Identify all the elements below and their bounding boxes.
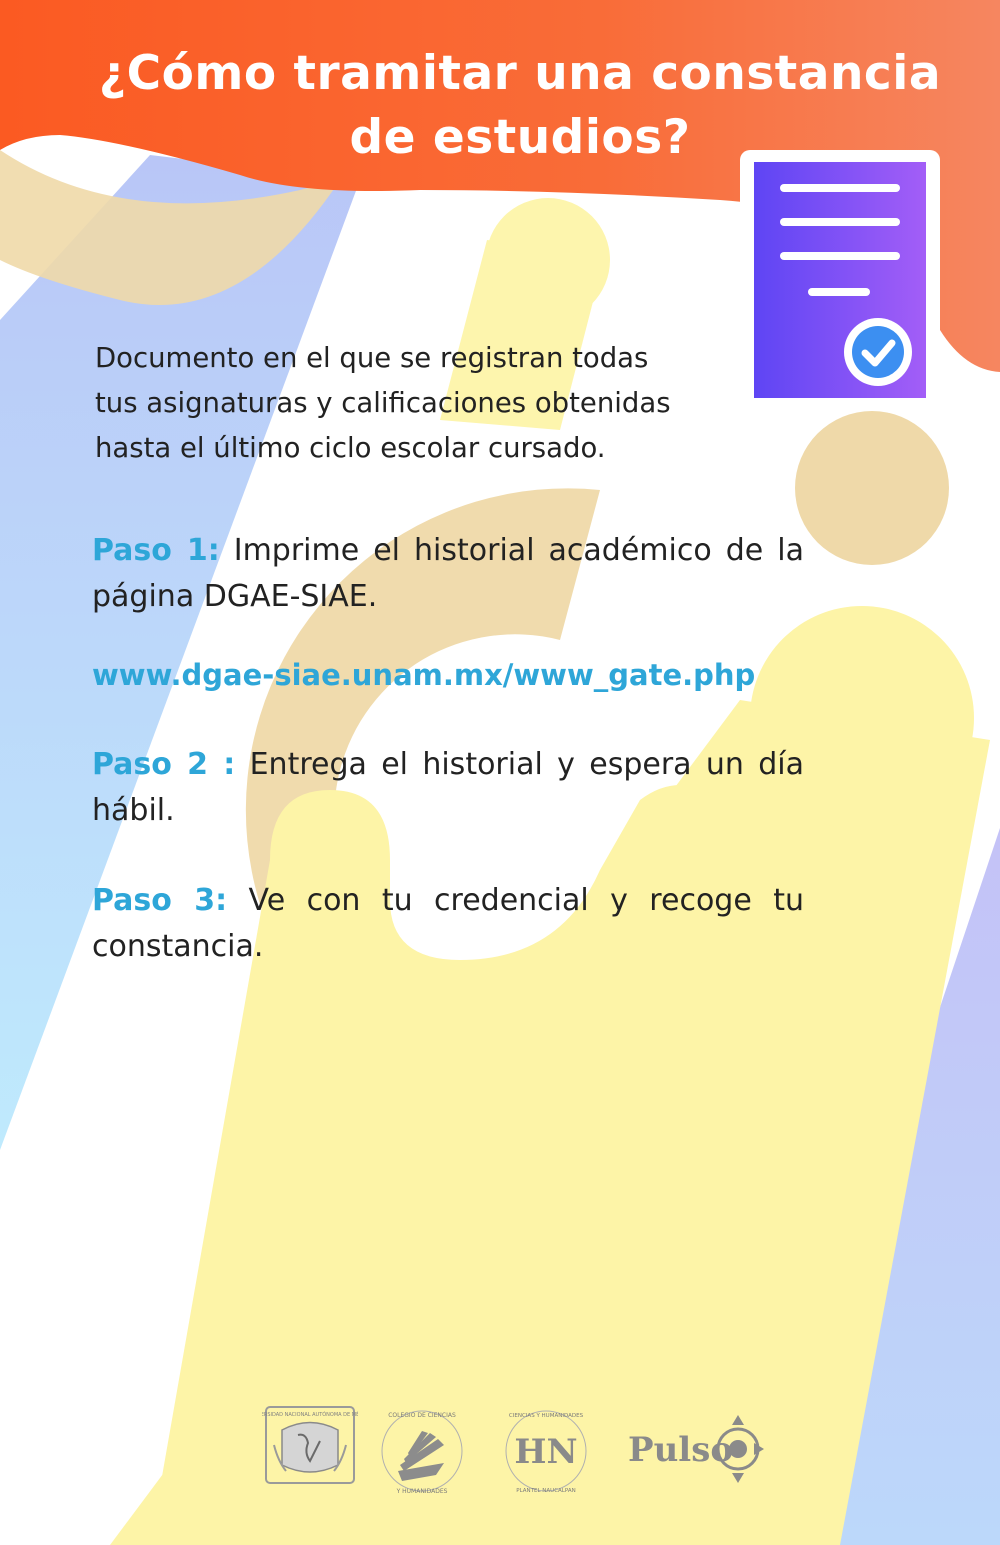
document-check-icon — [740, 150, 940, 406]
unam-seal-text: UNIVERSIDAD NACIONAL AUTÓNOMA DE MÉXICO — [262, 1410, 358, 1418]
pulso-logo: Pulso — [628, 1415, 764, 1483]
intro-line-3: hasta el último ciclo escolar cursado. — [95, 432, 606, 464]
step-1-label: Paso 1: — [92, 533, 220, 568]
step-2: Paso 2 : Entrega el historial y espera u… — [92, 742, 804, 834]
intro-paragraph: Documento en el que se registran todas t… — [95, 336, 745, 471]
svg-text:CIENCIAS Y HUMANIDADES: CIENCIAS Y HUMANIDADES — [509, 1413, 584, 1419]
cch-naucalpan-logo: HN CIENCIAS Y HUMANIDADES PLANTEL NAUCAL… — [505, 1410, 587, 1494]
intro-line-2: tus asignaturas y calificaciones obtenid… — [95, 387, 671, 419]
step-3-label: Paso 3: — [92, 883, 228, 918]
cch-logo: COLEGIO DE CIENCIAS Y HUMANIDADES — [381, 1410, 463, 1495]
step-1: Paso 1: Imprime el historial académico d… — [92, 528, 804, 620]
cch-logo-text: COLEGIO DE CIENCIAS — [388, 1412, 456, 1419]
dgae-siae-link[interactable]: www.dgae-siae.unam.mx/www_gate.php — [92, 652, 852, 698]
svg-text:HN: HN — [514, 1432, 577, 1472]
footer-logos: UNIVERSIDAD NACIONAL AUTÓNOMA DE MÉXICO … — [262, 1405, 782, 1497]
intro-line-1: Documento en el que se registran todas — [95, 342, 649, 374]
tan-circle — [795, 411, 949, 565]
step-3: Paso 3: Ve con tu credencial y recoge tu… — [92, 878, 804, 970]
step-2-label: Paso 2 : — [92, 747, 236, 782]
svg-text:PLANTEL NAUCALPAN: PLANTEL NAUCALPAN — [516, 1488, 575, 1494]
title-line-1: ¿Cómo tramitar una constancia — [98, 46, 942, 101]
svg-text:Y HUMANIDADES: Y HUMANIDADES — [396, 1488, 448, 1495]
unam-seal-logo: UNIVERSIDAD NACIONAL AUTÓNOMA DE MÉXICO — [262, 1406, 358, 1484]
